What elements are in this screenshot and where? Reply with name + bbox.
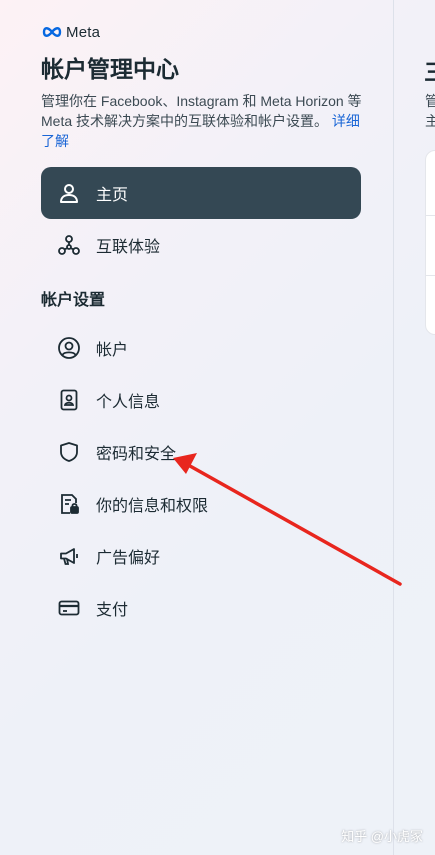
nav-item-account-label: 帐户 (96, 342, 129, 359)
nav-item-your-information-label: 你的信息和权限 (96, 498, 209, 515)
nav-item-home-label: 主页 (96, 187, 129, 204)
nav-item-connected-experiences[interactable]: 互联体验 (41, 219, 361, 271)
nav-item-password-security[interactable]: 密码和安全 (41, 426, 361, 478)
nav-item-ad-preferences[interactable]: 广告偏好 (41, 530, 361, 582)
nav-item-personal-details[interactable]: 个人信息 (41, 374, 361, 426)
nav-item-payments-label: 支付 (96, 602, 129, 619)
watermark: 知乎 @小虎冢 (341, 829, 423, 844)
account-settings-heading: 帐户设置 (41, 292, 106, 309)
main-description: 管 主 (425, 91, 435, 131)
card-divider (426, 215, 435, 216)
main-content: 三 管 主 (394, 0, 435, 855)
page-title: 帐户管理中心 (41, 56, 179, 82)
nav-item-your-information[interactable]: 你的信息和权限 (41, 478, 361, 530)
logo-text: Meta (66, 23, 101, 41)
nav-item-account[interactable]: 帐户 (41, 322, 361, 374)
meta-logo[interactable]: Meta (41, 22, 100, 42)
main-card[interactable] (425, 150, 435, 335)
main-title: 三 (424, 53, 435, 87)
nav-item-personal-details-label: 个人信息 (96, 394, 161, 411)
user-circle-icon (57, 336, 81, 360)
nav-item-connected-label: 互联体验 (96, 239, 161, 256)
page-description: 管理你在 Facebook、Instagram 和 Meta Horizon 等… (41, 91, 366, 151)
nav-item-ad-preferences-label: 广告偏好 (96, 550, 161, 567)
megaphone-icon (57, 544, 81, 568)
nav-item-password-security-label: 密码和安全 (96, 446, 177, 463)
credit-card-icon (57, 596, 81, 620)
sidebar: Meta 帐户管理中心 管理你在 Facebook、Instagram 和 Me… (0, 0, 393, 855)
shield-icon (57, 440, 81, 464)
nav-item-payments[interactable]: 支付 (41, 582, 361, 634)
connected-nodes-icon (57, 233, 81, 257)
main-description-line-1: 管 (425, 93, 435, 109)
meta-logo-icon (42, 27, 62, 37)
person-icon (57, 181, 81, 205)
id-card-icon (57, 388, 81, 412)
document-lock-icon (57, 492, 81, 516)
description-text: 管理你在 Facebook、Instagram 和 Meta Horizon 等… (41, 93, 362, 129)
nav-item-home[interactable]: 主页 (41, 167, 361, 219)
main-description-line-2: 主 (425, 113, 435, 129)
card-divider (426, 275, 435, 276)
